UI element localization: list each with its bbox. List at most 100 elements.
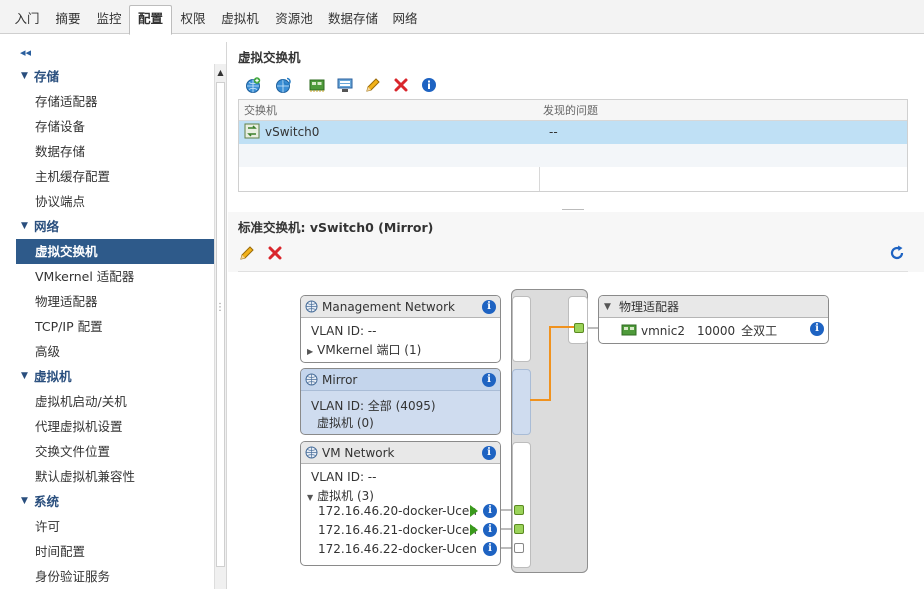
scroll-thumb[interactable]	[216, 82, 225, 567]
nav-item-tcpip-config[interactable]: TCP/IP 配置	[16, 314, 214, 339]
vertical-splitter-grip[interactable]: ⋮	[215, 302, 225, 313]
vm-info-icon[interactable]: i	[483, 523, 497, 537]
physical-adapters-box[interactable]: ▼ 物理适配器 vmnic2 10000 全双工 i	[598, 295, 829, 344]
tab-resource-pools[interactable]: 资源池	[268, 6, 320, 34]
nav-group-networking[interactable]: ▼ 网络	[16, 214, 214, 239]
nav-item-host-cache[interactable]: 主机缓存配置	[16, 164, 214, 189]
expand-triangle-icon: ▼	[21, 71, 28, 81]
vswitch-table: 交换机 发现的问题 vSwitch0 --	[238, 99, 908, 192]
nav-item-time-config[interactable]: 时间配置	[16, 539, 214, 564]
info-icon[interactable]: i	[482, 300, 496, 314]
table-row-empty	[239, 144, 907, 167]
vm-count-label: 虚拟机 (0)	[317, 416, 374, 430]
portgroup-management-network[interactable]: Management Network i VLAN ID: -- ▶ VMkern…	[300, 295, 501, 363]
sidebar-scrollbar[interactable]: ▲	[214, 64, 226, 589]
tab-summary[interactable]: 摘要	[48, 6, 88, 34]
nav-item-storage-devices[interactable]: 存储设备	[16, 114, 214, 139]
tab-configure[interactable]: 配置	[129, 5, 172, 35]
vm-info-icon[interactable]: i	[483, 542, 497, 556]
vlan-id-label: VLAN ID: 全部 (4095)	[311, 399, 436, 413]
physical-nic-row[interactable]: vmnic2 10000 全双工	[621, 322, 777, 339]
expand-triangle-icon: ▼	[21, 371, 28, 381]
issues-cell: --	[549, 125, 558, 139]
header-issues[interactable]: 发现的问题	[543, 100, 598, 121]
vm-port-empty-icon[interactable]	[514, 543, 524, 553]
tab-getting-started[interactable]: 入门	[8, 6, 46, 34]
vswitch-icon	[244, 123, 260, 139]
tab-vms[interactable]: 虚拟机	[214, 6, 266, 34]
nav-item-default-vm-compat[interactable]: 默认虚拟机兼容性	[16, 464, 214, 489]
refresh-networking-button[interactable]	[274, 76, 296, 96]
vm-item[interactable]: 172.16.46.20-docker-Ucen	[318, 504, 477, 518]
network-globe-icon	[305, 373, 318, 386]
remove-switch-button[interactable]	[392, 76, 414, 96]
info-icon[interactable]: i	[482, 446, 496, 460]
network-adapter-icon	[337, 78, 353, 92]
edit-switch-button[interactable]	[364, 76, 386, 96]
scroll-up-icon[interactable]: ▲	[215, 66, 226, 80]
nic-info-icon[interactable]: i	[810, 322, 824, 336]
nav-item-agent-vm-settings[interactable]: 代理虚拟机设置	[16, 414, 214, 439]
refresh-icon	[890, 245, 904, 260]
nav-item-vmkernel-adapters[interactable]: VMkernel 适配器	[16, 264, 214, 289]
manage-physical-adapters-button[interactable]	[308, 76, 330, 96]
tab-datastores[interactable]: 数据存储	[322, 6, 384, 34]
main-content: 虚拟交换机 交换机 发现的问题 vSwitch0 -- 标准交换机: vSwit…	[228, 42, 924, 589]
tab-permissions[interactable]: 权限	[174, 6, 212, 34]
table-row[interactable]: vSwitch0 --	[239, 121, 907, 144]
edit-detail-button[interactable]	[238, 244, 260, 264]
nav-group-system[interactable]: ▼ 系统	[16, 489, 214, 514]
vm-powered-on-icon	[470, 505, 478, 517]
vm-item[interactable]: 172.16.46.21-docker-Ucen	[318, 523, 477, 537]
portgroup-mirror[interactable]: Mirror i VLAN ID: 全部 (4095) 虚拟机 (0)	[300, 368, 501, 435]
vm-item[interactable]: 172.16.46.22-docker-Ucen	[318, 542, 477, 556]
expand-triangle-icon: ▼	[21, 221, 28, 231]
physical-adapters-header: ▼ 物理适配器	[599, 296, 828, 318]
vlan-id-label: VLAN ID: --	[311, 324, 377, 338]
portgroup-header: Management Network i	[301, 296, 500, 318]
remove-detail-button[interactable]	[266, 244, 288, 264]
nav-item-licensing[interactable]: 许可	[16, 514, 214, 539]
switch-name-cell: vSwitch0	[244, 121, 319, 144]
nav-item-datastores[interactable]: 数据存储	[16, 139, 214, 164]
vm-info-icon[interactable]: i	[483, 504, 497, 518]
nav-group-vms[interactable]: ▼ 虚拟机	[16, 364, 214, 389]
vm-port-icon[interactable]	[514, 505, 524, 515]
nav-group-storage[interactable]: ▼ 存储	[16, 64, 214, 89]
refresh-topology-button[interactable]	[888, 244, 910, 264]
nic-icon	[621, 324, 637, 336]
network-globe-icon	[305, 446, 318, 459]
delete-x-icon	[394, 78, 408, 92]
nic-card-icon	[309, 79, 325, 92]
vmkernel-ports-expander[interactable]: ▶ VMkernel 端口 (1)	[307, 341, 421, 358]
config-sidebar: ◂◂ ▼ 存储 存储适配器 存储设备 数据存储 主机缓存配置 协议端点 ▼ 网络 虚…	[16, 42, 227, 589]
info-icon	[422, 78, 436, 92]
tab-networks[interactable]: 网络	[386, 6, 424, 34]
nav-item-auth-services[interactable]: 身份验证服务	[16, 564, 214, 589]
vms-expander[interactable]: ▼ 虚拟机 (3)	[307, 487, 374, 504]
nav-item-vm-startup[interactable]: 虚拟机启动/关机	[16, 389, 214, 414]
collapse-sidebar-button[interactable]: ◂◂	[20, 46, 31, 59]
nav-item-virtual-switches[interactable]: 虚拟交换机	[16, 239, 214, 264]
add-networking-button[interactable]	[244, 76, 266, 96]
collapse-down-icon[interactable]: ▼	[604, 296, 611, 318]
expand-right-icon: ▶	[307, 347, 314, 356]
delete-x-icon	[268, 246, 282, 260]
info-icon[interactable]: i	[482, 373, 496, 387]
nav-item-protocol-endpoints[interactable]: 协议端点	[16, 189, 214, 214]
nav-item-physical-adapters[interactable]: 物理适配器	[16, 289, 214, 314]
nav-item-swap-file-location[interactable]: 交换文件位置	[16, 439, 214, 464]
add-network-globe-icon	[246, 77, 261, 93]
portgroup-vm-network[interactable]: VM Network i VLAN ID: -- ▼ 虚拟机 (3) 172.16…	[300, 441, 501, 566]
pencil-icon	[240, 246, 254, 260]
switch-info-button[interactable]	[420, 76, 442, 96]
virtual-switches-title: 虚拟交换机	[238, 50, 301, 65]
vm-port-icon[interactable]	[514, 524, 524, 534]
nav-item-advanced[interactable]: 高级	[16, 339, 214, 364]
uplink-port-icon[interactable]	[574, 323, 584, 333]
migrate-vmkernel-button[interactable]	[336, 76, 358, 96]
tab-monitor[interactable]: 监控	[90, 6, 128, 34]
header-switch[interactable]: 交换机	[244, 100, 277, 121]
nav-item-storage-adapters[interactable]: 存储适配器	[16, 89, 214, 114]
pencil-icon	[366, 78, 380, 92]
